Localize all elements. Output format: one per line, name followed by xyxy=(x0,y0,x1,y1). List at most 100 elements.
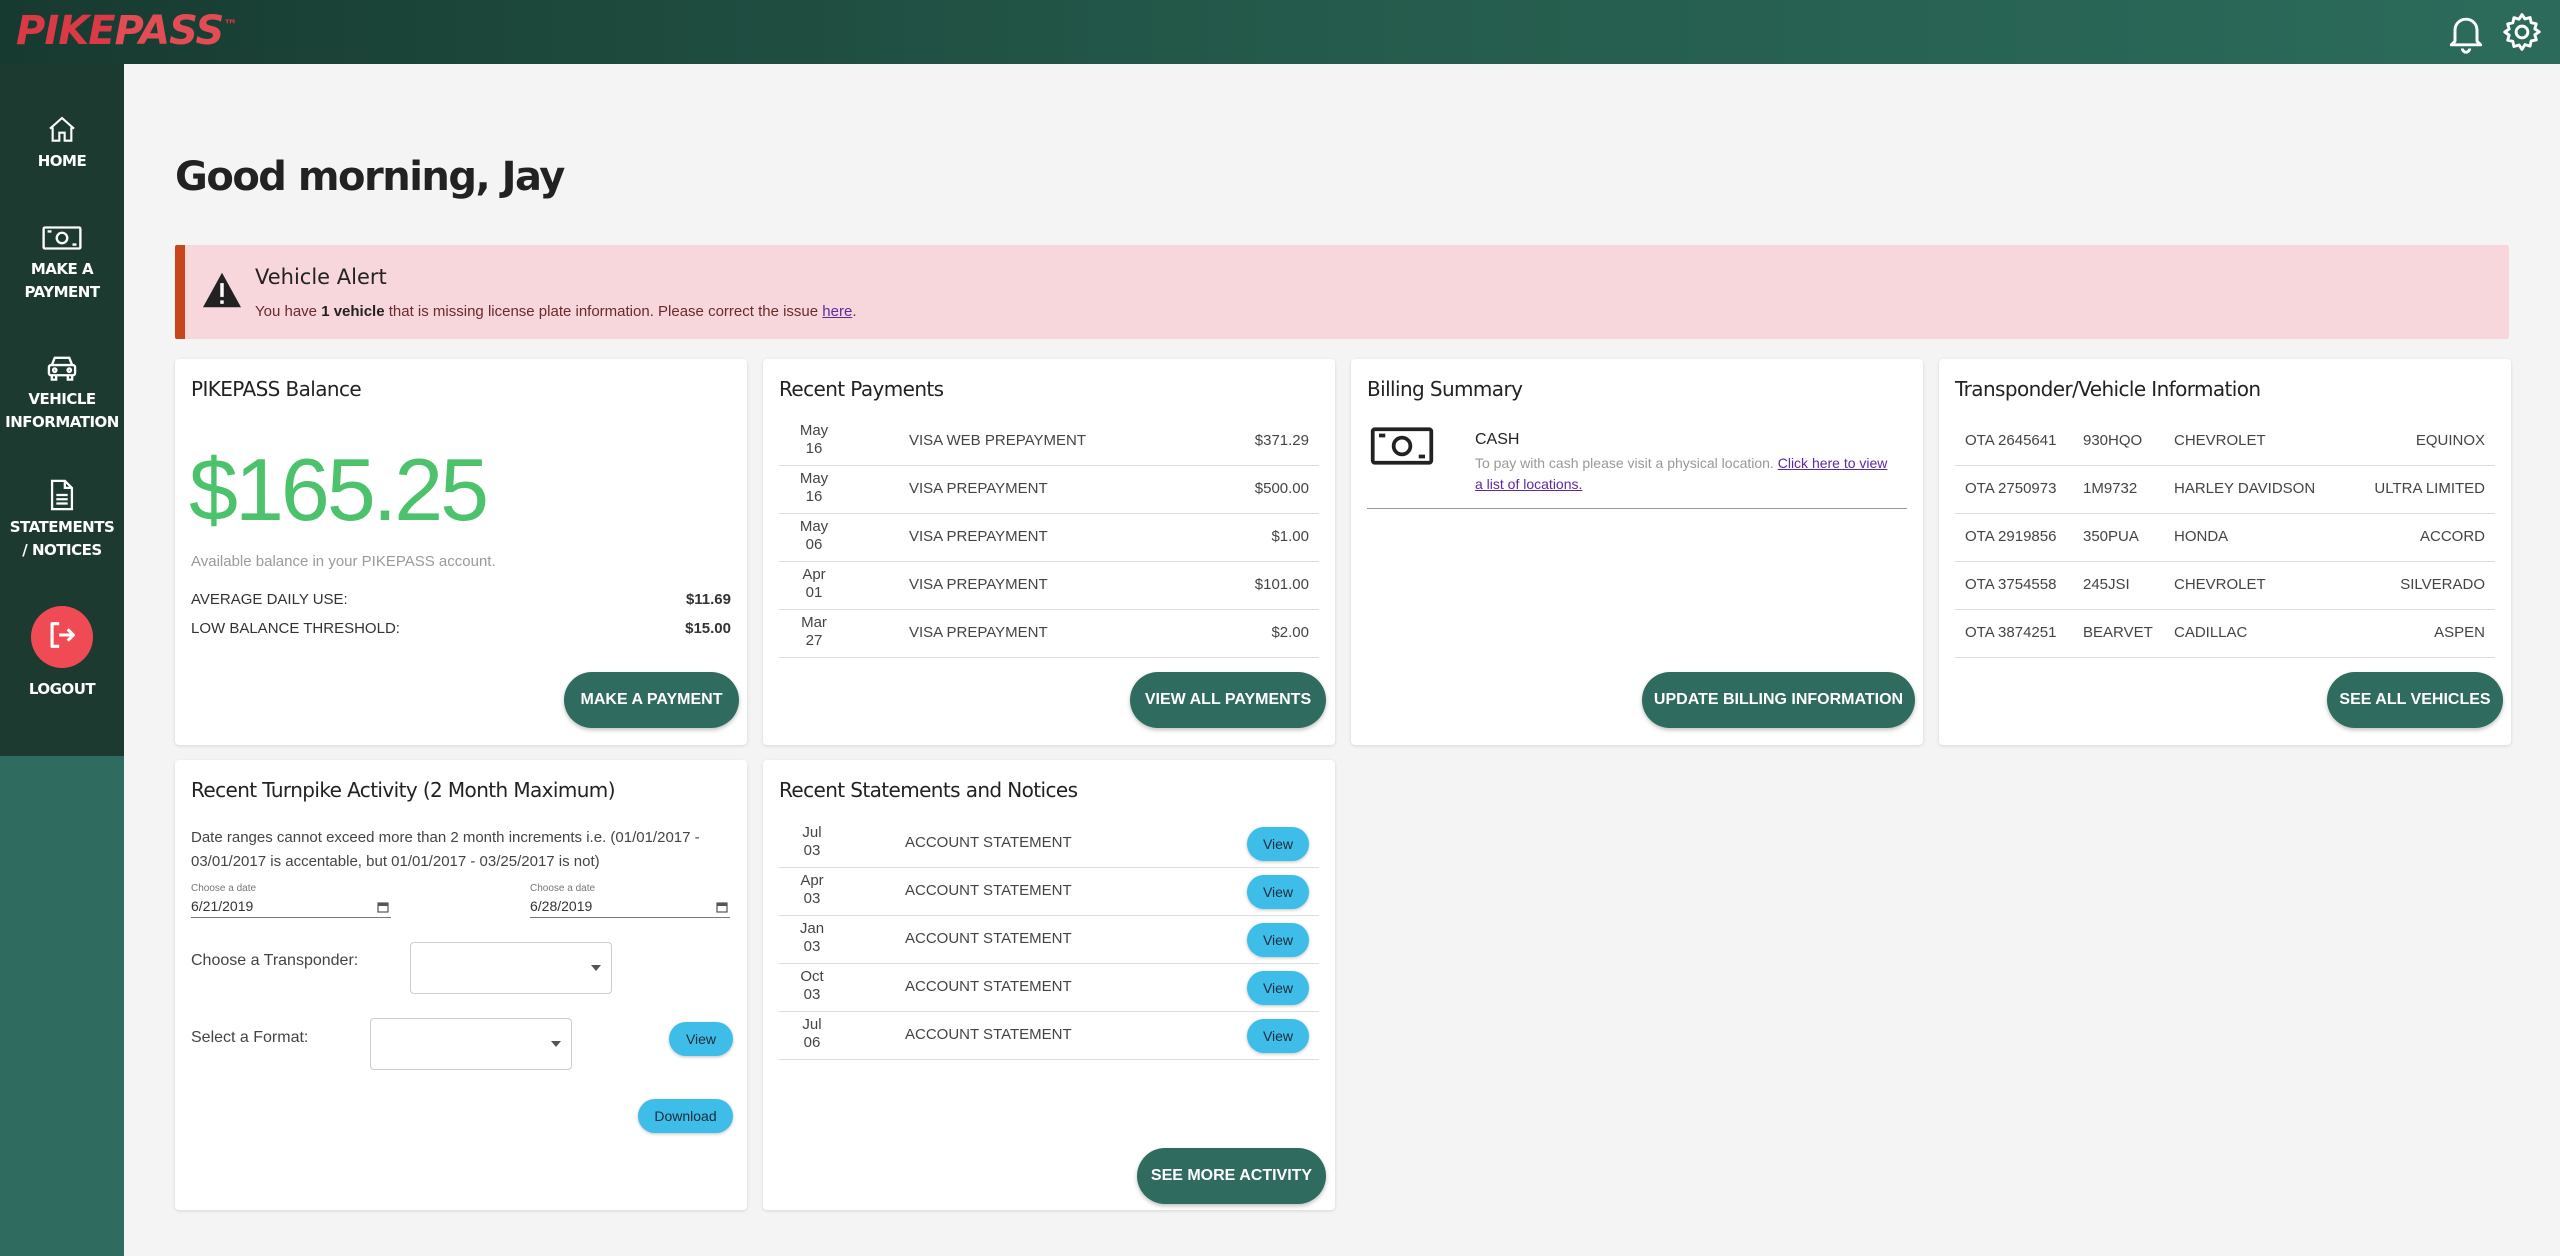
statement-row: Jul 06 ACCOUNT STATEMENT View xyxy=(779,1012,1319,1060)
balance-card: PIKEPASS Balance $165.25 Available balan… xyxy=(175,359,747,745)
transponder-id: OTA 3754558 xyxy=(1965,576,2057,593)
update-billing-information-button[interactable]: UPDATE BILLING INFORMATION xyxy=(1642,672,1915,728)
date-field-value[interactable]: 6/21/2019 xyxy=(191,898,391,917)
vehicle-make: CHEVROLET xyxy=(2174,432,2266,449)
logout-button[interactable]: LOGOUT xyxy=(0,606,124,701)
alert-vehicle-count: 1 vehicle xyxy=(321,303,385,320)
card-title: PIKEPASS Balance xyxy=(191,377,362,401)
transponder-select[interactable] xyxy=(410,942,612,994)
end-date-field[interactable]: Choose a date 6/28/2019 xyxy=(530,883,730,918)
kv-label: AVERAGE DAILY USE: xyxy=(191,591,348,608)
billing-text: To pay with cash please visit a physical… xyxy=(1475,453,1915,495)
date-day: 27 xyxy=(805,632,823,649)
sidebar-item-label: HOME xyxy=(37,152,87,170)
card-title: Transponder/Vehicle Information xyxy=(1955,377,2261,401)
start-date-field[interactable]: Choose a date 6/21/2019 xyxy=(191,883,391,918)
statement-description: ACCOUNT STATEMENT xyxy=(905,882,1072,899)
date-day: 01 xyxy=(805,584,823,601)
calendar-icon[interactable] xyxy=(377,901,389,913)
sidebar-item-vehicle-information[interactable]: VEHICLE INFORMATION xyxy=(0,352,124,434)
bell-icon[interactable] xyxy=(2444,10,2488,54)
gear-icon[interactable] xyxy=(2500,10,2544,54)
sidebar-item-label: PAYMENT xyxy=(24,283,100,301)
payment-description: VISA PREPAYMENT xyxy=(909,528,1048,545)
vehicle-model: EQUINOX xyxy=(2415,432,2485,449)
date-month: Jul xyxy=(802,1016,822,1033)
date-month: May xyxy=(799,518,829,535)
payment-amount: $371.29 xyxy=(1254,432,1309,449)
statement-view-button[interactable]: View xyxy=(1247,875,1309,909)
statement-description: ACCOUNT STATEMENT xyxy=(905,1026,1072,1043)
format-select[interactable] xyxy=(370,1018,572,1070)
payment-description: VISA PREPAYMENT xyxy=(909,624,1048,641)
payment-description: VISA WEB PREPAYMENT xyxy=(909,432,1086,449)
vehicle-make: HARLEY DAVIDSON xyxy=(2174,480,2316,497)
sidebar-item-home[interactable]: HOME xyxy=(0,114,124,173)
license-plate: 350PUA xyxy=(2083,528,2139,545)
make-a-payment-button[interactable]: MAKE A PAYMENT xyxy=(564,672,739,728)
statement-view-button[interactable]: View xyxy=(1247,1019,1309,1053)
alert-here-link[interactable]: here xyxy=(822,303,852,320)
transponder-label: Choose a Transponder: xyxy=(191,952,359,969)
date-field-label: Choose a date xyxy=(530,883,596,894)
date-month: Jan xyxy=(799,920,825,937)
statement-view-button[interactable]: View xyxy=(1247,827,1309,861)
card-title: Recent Turnpike Activity (2 Month Maximu… xyxy=(191,778,616,802)
date-day: 16 xyxy=(805,440,823,457)
cash-icon xyxy=(1367,423,1437,474)
transponder-vehicle-card: Transponder/Vehicle Information SEE ALL … xyxy=(1939,359,2511,745)
cash-icon xyxy=(42,226,82,250)
recent-payments-card: Recent Payments VIEW ALL PAYMENTS May 16 V… xyxy=(763,359,1335,745)
see-more-activity-button[interactable]: SEE MORE ACTIVITY xyxy=(1137,1148,1326,1204)
payment-row: Apr 01 VISA PREPAYMENT $101.00 xyxy=(779,562,1319,610)
view-all-payments-button[interactable]: VIEW ALL PAYMENTS xyxy=(1130,672,1326,728)
vehicle-model: ACCORD xyxy=(2419,528,2485,545)
sidebar-item-label: / NOTICES xyxy=(22,541,102,559)
chevron-down-icon xyxy=(551,1041,561,1047)
average-daily-use: AVERAGE DAILY USE: $11.69 xyxy=(191,591,731,608)
calendar-icon[interactable] xyxy=(716,901,728,913)
statement-description: ACCOUNT STATEMENT xyxy=(905,834,1072,851)
logout-label: LOGOUT xyxy=(28,680,96,698)
payment-date: Mar 27 xyxy=(779,614,849,650)
pikepass-logo[interactable]: PIKEPASS™ xyxy=(16,8,237,54)
date-day: 03 xyxy=(803,986,821,1003)
transponder-id: OTA 2645641 xyxy=(1965,432,2057,449)
sidebar-item-label: INFORMATION xyxy=(5,413,119,431)
license-plate: 245JSI xyxy=(2083,576,2130,593)
balance-note: Available balance in your PIKEPASS accou… xyxy=(191,553,496,570)
vehicle-make: CADILLAC xyxy=(2174,624,2248,641)
sidebar-item-statements-notices[interactable]: STATEMENTS / NOTICES xyxy=(0,478,124,562)
download-button[interactable]: Download xyxy=(638,1099,733,1133)
sidebar-item-label: STATEMENTS xyxy=(9,518,115,536)
vehicle-model: ASPEN xyxy=(2434,624,2485,641)
statement-view-button[interactable]: View xyxy=(1247,923,1309,957)
payment-row: May 16 VISA WEB PREPAYMENT $371.29 xyxy=(779,418,1319,466)
statement-row: Oct 03 ACCOUNT STATEMENT View xyxy=(779,964,1319,1012)
see-all-vehicles-button[interactable]: SEE ALL VEHICLES xyxy=(2327,672,2503,728)
statement-view-button[interactable]: View xyxy=(1247,971,1309,1005)
vehicle-row: OTA 3874251 BEARVET CADILLAC ASPEN xyxy=(1955,610,2495,658)
transponder-id: OTA 2750973 xyxy=(1965,480,2057,497)
date-month: Mar xyxy=(801,614,827,631)
date-field-value[interactable]: 6/28/2019 xyxy=(530,898,730,917)
date-day: 03 xyxy=(803,890,821,907)
transponder-id: OTA 2919856 xyxy=(1965,528,2057,545)
statement-row: Apr 03 ACCOUNT STATEMENT View xyxy=(779,868,1319,916)
turnpike-activity-card: Recent Turnpike Activity (2 Month Maximu… xyxy=(175,760,747,1210)
note-line: Date ranges cannot exceed more than 2 mo… xyxy=(191,829,700,846)
date-day: 16 xyxy=(805,488,823,505)
view-activity-button[interactable]: View xyxy=(669,1022,733,1056)
low-balance-threshold: LOW BALANCE THRESHOLD: $15.00 xyxy=(191,620,731,637)
date-field-label: Choose a date xyxy=(191,883,257,894)
payment-row: Mar 27 VISA PREPAYMENT $2.00 xyxy=(779,610,1319,658)
statement-row: Jan 03 ACCOUNT STATEMENT View xyxy=(779,916,1319,964)
car-icon xyxy=(47,356,77,381)
payment-amount: $500.00 xyxy=(1254,480,1309,497)
sidebar-footer xyxy=(0,756,124,1256)
license-plate: BEARVET xyxy=(2083,624,2153,641)
payment-row: May 06 VISA PREPAYMENT $1.00 xyxy=(779,514,1319,562)
sidebar-item-make-a-payment[interactable]: MAKE A PAYMENT xyxy=(0,222,124,304)
kv-value: $11.69 xyxy=(685,591,731,608)
top-bar: PIKEPASS™ xyxy=(0,0,2560,64)
